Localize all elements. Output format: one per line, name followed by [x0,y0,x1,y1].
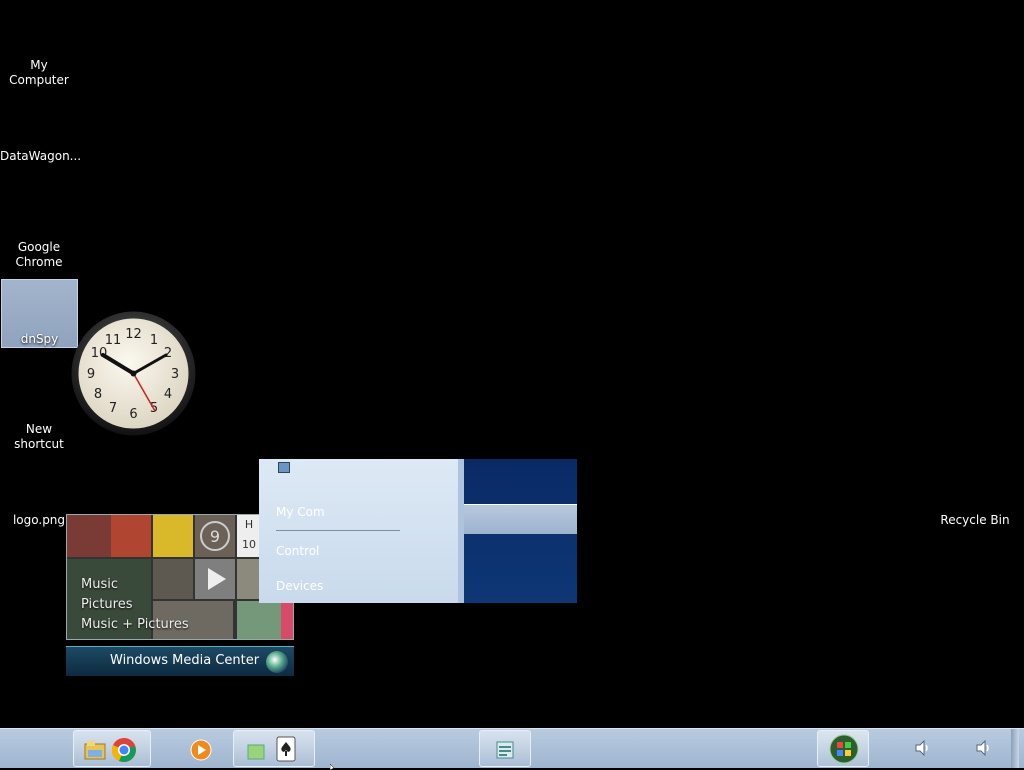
solitaire-icon [276,736,296,762]
svg-text:9: 9 [210,527,220,546]
desktop-icon-label: DataWagon... [0,149,82,163]
volume-icon[interactable] [914,740,932,756]
desktop-icon-recycle-bin[interactable]: Recycle Bin [936,513,1014,528]
media-center-bar[interactable]: Windows Media Center [66,646,294,676]
chrome-icon [111,738,136,762]
desktop-icon-my-computer[interactable]: My Computer [0,58,78,88]
clock-number: 10 [91,346,108,361]
media-center-menu: Music Pictures Music + Pictures [81,575,189,635]
file-explorer-icon [84,741,106,760]
media-player-icon [190,739,212,761]
taskbar-button-remote-desktop[interactable] [479,730,531,767]
jump-list-separator [276,530,400,531]
clock-number: 6 [129,407,137,422]
folder-green-icon [247,744,265,760]
desktop-icon-label: Recycle Bin [940,513,1010,527]
desktop-icon-dnspy[interactable]: dnSpy [1,279,78,348]
clock-number: 7 [109,401,117,416]
desktop-icon-label: Google Chrome [15,240,63,269]
tile-letter: H [244,518,254,531]
taskbar-button-explorer-chrome[interactable] [73,730,151,767]
media-center-menu-item[interactable]: Music [81,575,189,595]
clock-face-icon: 12 1 2 3 4 5 6 7 8 9 10 11 [71,311,196,436]
clock-gadget[interactable]: 12 1 2 3 4 5 6 7 8 9 10 11 [71,311,196,436]
desktop-icon-new-shortcut[interactable]: New shortcut [0,422,78,452]
timer-icon: 9 [200,521,230,551]
clock-number: 8 [94,387,102,402]
jump-list-item[interactable]: Control [276,544,319,558]
clock-number: 2 [164,346,172,361]
taskbar-button-media-player[interactable] [153,730,231,767]
tile-number: 10 [242,538,256,551]
clock-number: 9 [87,367,95,382]
jump-list-preview [464,459,577,603]
desktop-icon-google-chrome[interactable]: Google Chrome [0,240,78,270]
desktop-icon-datawagon[interactable]: DataWagon... [0,149,82,164]
clock-number: 11 [105,333,122,348]
window-icon [278,462,290,473]
volume-icon[interactable] [975,740,993,756]
jump-list-popup[interactable]: My Com Control Devices [259,459,577,603]
clock-number: 1 [150,333,158,348]
start-button[interactable] [817,730,869,767]
clock-number: 3 [171,367,179,382]
taskbar [0,728,1024,768]
taskbar-button-solitaire[interactable] [233,730,315,767]
show-desktop-button[interactable] [1011,729,1019,768]
clock-number: 12 [125,327,142,342]
media-center-menu-item[interactable]: Pictures [81,595,189,615]
mouse-cursor-icon [330,764,335,770]
jump-list-item[interactable]: My Com [276,505,325,519]
remote-desktop-icon [496,741,514,759]
media-center-menu-item[interactable]: Music + Pictures [81,615,189,635]
desktop-icon-label: My Computer [9,58,69,87]
play-icon [208,568,226,590]
jump-list-highlight [464,504,577,534]
jump-list-item[interactable]: Devices [276,579,323,593]
desktop-icon-label: logo.png [12,513,66,527]
desktop-icon-label: dnSpy [20,332,59,346]
clock-number: 4 [164,387,172,402]
jump-list-items: My Com Control Devices [259,459,458,603]
windows-logo-icon [266,651,288,673]
desktop-icon-label: New shortcut [14,422,64,451]
windows-start-icon [829,734,859,764]
media-center-title: Windows Media Center [110,653,260,668]
